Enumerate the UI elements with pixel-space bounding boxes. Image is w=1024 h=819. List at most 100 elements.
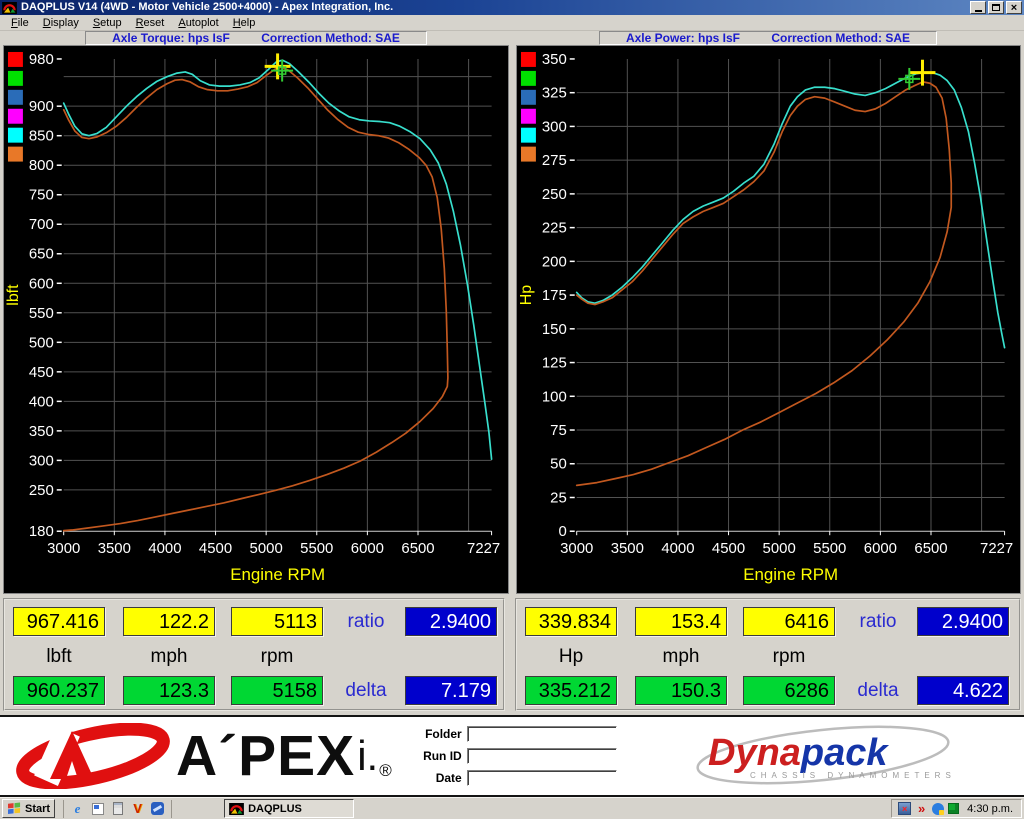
start-button[interactable]: Start xyxy=(2,799,55,818)
y-tick-label: 150 xyxy=(541,321,566,338)
y-tick-label: 900 xyxy=(29,98,54,115)
power-correction-method: Correction Method: SAE xyxy=(771,31,910,45)
x-tick-label: 5000 xyxy=(762,540,795,557)
windows-flag-icon xyxy=(7,802,22,815)
torque-delta-value: 7.179 xyxy=(405,676,497,705)
x-axis-title: Engine RPM xyxy=(743,565,838,584)
application-window: DAQPLUS V14 (4WD - Motor Vehicle 2500+40… xyxy=(0,0,1024,819)
menu-item-setup[interactable]: Setup xyxy=(86,16,129,30)
y-tick-label: 175 xyxy=(541,287,566,304)
legend-swatch-5[interactable] xyxy=(8,147,23,162)
clock[interactable]: 4:30 p.m. xyxy=(967,803,1013,815)
y-tick-label: 650 xyxy=(29,246,54,263)
apex-registered-mark: ® xyxy=(379,761,392,781)
power-cursor2-rpm: 6286 xyxy=(743,676,835,705)
y-tick-label: 25 xyxy=(550,489,567,506)
media-player-icon[interactable]: V xyxy=(130,801,145,816)
y-tick-label: 400 xyxy=(29,393,54,410)
torque-measured-curve xyxy=(64,67,448,530)
chart-header-row: Axle Torque: hps IsF Correction Method: … xyxy=(0,31,1024,45)
menu-item-display[interactable]: Display xyxy=(36,16,86,30)
legend-swatch-1[interactable] xyxy=(8,71,23,86)
menu-item-reset[interactable]: Reset xyxy=(129,16,172,30)
legend-swatch-4[interactable] xyxy=(520,128,535,143)
power-mph-label: mph xyxy=(635,646,727,668)
y-tick-label: 225 xyxy=(541,220,566,237)
restore-button[interactable] xyxy=(988,1,1004,14)
dynapack-logo: Dynapack CHASSIS DYNAMOMETERS xyxy=(692,724,954,788)
x-tick-label: 4000 xyxy=(148,540,181,557)
date-input[interactable] xyxy=(467,770,617,786)
torque-cursor2-rpm: 5158 xyxy=(231,676,323,705)
minimize-button[interactable] xyxy=(970,1,986,14)
apex-logo: A´PEX i. ® xyxy=(14,723,392,789)
run-id-input[interactable] xyxy=(467,748,617,764)
power-chart[interactable]: 3503253002752502252001751501251007550250… xyxy=(517,46,1021,593)
close-button[interactable]: × xyxy=(1006,1,1022,14)
x-tick-label: 5500 xyxy=(300,540,333,557)
apex-wordmark: A´PEX xyxy=(176,726,355,786)
minimize-icon xyxy=(975,10,982,12)
x-axis-title: Engine RPM xyxy=(230,565,325,584)
readout-section: 967.416 122.2 5113 ratio 2.9400 lbft mph… xyxy=(0,596,1024,715)
y-axis-title: Hp xyxy=(517,285,534,306)
title-bar: DAQPLUS V14 (4WD - Motor Vehicle 2500+40… xyxy=(0,0,1024,15)
x-tick-label: 4500 xyxy=(199,540,232,557)
torque-chart-panel: 9809008508007507006506005505004504003503… xyxy=(3,45,509,594)
torque-cursor2-mph: 123.3 xyxy=(123,676,215,705)
power-cursor-mph: 153.4 xyxy=(635,607,727,636)
legend-swatch-5[interactable] xyxy=(520,147,535,162)
y-tick-label: 700 xyxy=(29,216,54,233)
taskbar-button-label: DAQPLUS xyxy=(248,803,302,815)
x-tick-label: 3500 xyxy=(610,540,643,557)
legend-swatch-2[interactable] xyxy=(8,90,23,105)
x-tick-label: 6500 xyxy=(401,540,434,557)
footer-bar: A´PEX i. ® Folder Run ID Date Dynap xyxy=(0,715,1024,797)
x-tick-label: 6000 xyxy=(863,540,896,557)
network-tray-icon[interactable] xyxy=(948,803,959,814)
y-tick-label: 200 xyxy=(541,253,566,270)
messenger-tray-icon[interactable] xyxy=(932,803,944,815)
taskbar-button-daqplus[interactable]: DAQPLUS xyxy=(224,799,354,818)
internet-explorer-icon[interactable]: e xyxy=(70,801,85,816)
x-tick-label: 4000 xyxy=(661,540,694,557)
x-tick-label: 6500 xyxy=(914,540,947,557)
taskbar: Start e V DAQPLUS × » 4:30 p.m. xyxy=(0,797,1024,819)
torque-chart[interactable]: 9809008508007507006506005505004504003503… xyxy=(4,46,508,593)
power-cursor2-mph: 150.3 xyxy=(635,676,727,705)
close-icon: × xyxy=(1011,3,1017,13)
legend-swatch-0[interactable] xyxy=(520,52,535,67)
menu-item-file[interactable]: File xyxy=(4,16,36,30)
menu-item-help[interactable]: Help xyxy=(226,16,263,30)
power-delta-value: 4.622 xyxy=(917,676,1009,705)
legend-swatch-0[interactable] xyxy=(8,52,23,67)
window-title: DAQPLUS V14 (4WD - Motor Vehicle 2500+40… xyxy=(21,1,393,14)
show-desktop-icon[interactable] xyxy=(90,801,105,816)
display-error-tray-icon[interactable]: × xyxy=(898,802,911,815)
folder-input[interactable] xyxy=(467,726,617,742)
torque-readout-panel: 967.416 122.2 5113 ratio 2.9400 lbft mph… xyxy=(3,598,505,711)
torque-chart-title: Axle Torque: hps IsF xyxy=(112,31,230,45)
menu-bar: FileDisplaySetupResetAutoplotHelp xyxy=(0,15,1024,31)
torque-delta-label: delta xyxy=(331,680,401,702)
y-tick-label: 0 xyxy=(558,523,566,540)
folder-label: Folder xyxy=(404,727,462,741)
legend-swatch-3[interactable] xyxy=(8,109,23,124)
y-tick-label: 980 xyxy=(29,51,54,68)
y-tick-label: 180 xyxy=(29,523,54,540)
power-corrected-curve xyxy=(576,72,1004,347)
quick-launch: e V xyxy=(63,800,172,818)
legend-swatch-3[interactable] xyxy=(520,109,535,124)
y-tick-label: 325 xyxy=(541,85,566,102)
chart-area: 9809008508007507006506005505004504003503… xyxy=(0,45,1024,594)
torque-corrected-curve xyxy=(64,60,492,459)
chevrons-tray-icon[interactable]: » xyxy=(915,802,928,815)
document-icon[interactable] xyxy=(110,801,125,816)
menu-item-autoplot[interactable]: Autoplot xyxy=(171,16,225,30)
legend-swatch-2[interactable] xyxy=(520,90,535,105)
legend-swatch-1[interactable] xyxy=(520,71,535,86)
messenger-icon[interactable] xyxy=(150,801,165,816)
torque-ratio-value: 2.9400 xyxy=(405,607,497,636)
legend-swatch-4[interactable] xyxy=(8,128,23,143)
y-tick-label: 750 xyxy=(29,187,54,204)
